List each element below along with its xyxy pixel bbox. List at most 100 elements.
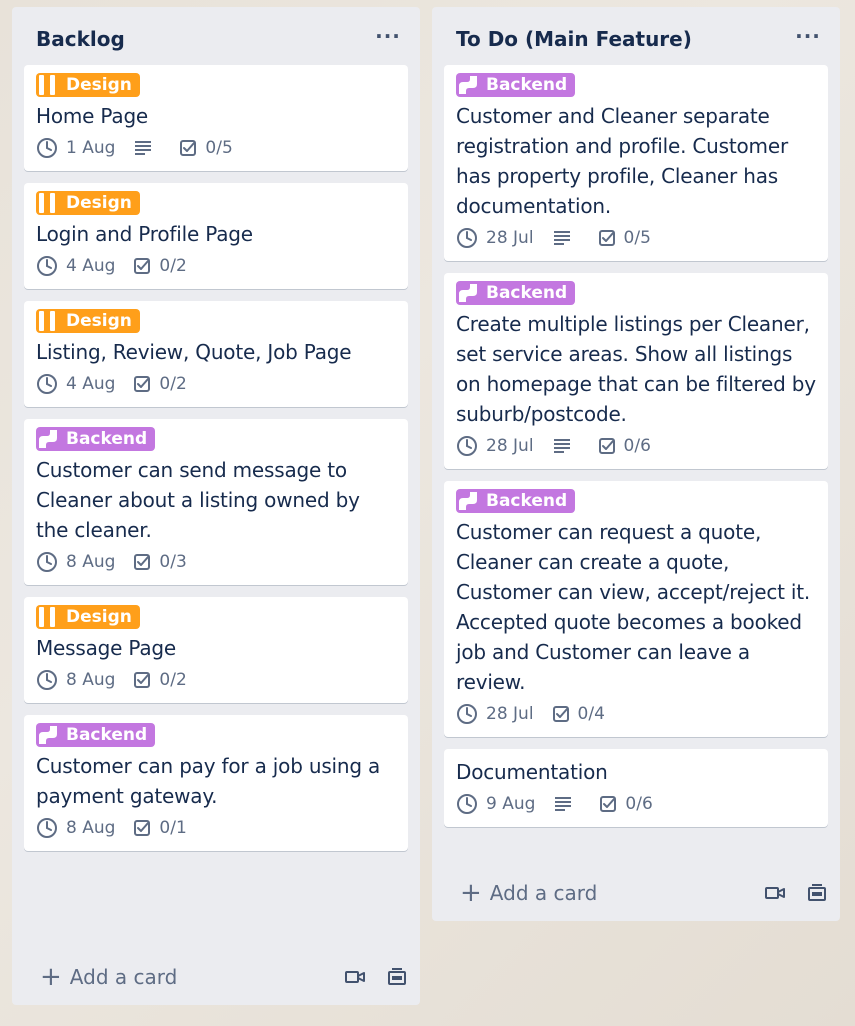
checklist-icon (134, 554, 151, 570)
card-title: Message Page (36, 636, 177, 660)
list-backlog: Backlog ··· Design Home Page 1 Aug 0/5 Desig… (12, 7, 420, 1005)
card[interactable]: Design Listing, Review, Quote, Job Page 4 … (24, 301, 408, 407)
video-icon[interactable] (764, 883, 786, 903)
due-date-badge[interactable]: 8 Aug (36, 817, 115, 839)
clock-icon (37, 374, 57, 394)
clock-icon (457, 704, 477, 724)
backend-label[interactable]: Backend (36, 723, 156, 747)
backend-label[interactable]: Backend (456, 73, 576, 97)
card-badges: 4 Aug 0/2 (36, 251, 396, 281)
card[interactable]: Backend Customer can pay for a job using … (24, 715, 408, 851)
clock-icon (457, 794, 477, 814)
backend-shape-icon (456, 73, 480, 97)
list-title[interactable]: Backlog (36, 27, 125, 51)
ellipsis-icon[interactable]: ··· (794, 22, 822, 50)
card[interactable]: Backend Customer can request a quote, Cle… (444, 481, 828, 737)
clock-icon (457, 228, 477, 248)
label-text: Backend (66, 725, 148, 745)
checklist-badge: 0/4 (552, 704, 605, 724)
card-badges: 8 Aug 0/1 (36, 813, 396, 843)
description-icon (552, 230, 580, 246)
card-template-icon[interactable] (386, 967, 408, 987)
card[interactable]: Backend Customer and Cleaner separate reg… (444, 65, 828, 261)
checklist-badge: 0/6 (598, 436, 651, 456)
clock-icon (457, 436, 477, 456)
description-icon (553, 796, 581, 812)
card[interactable]: Design Home Page 1 Aug 0/5 (24, 65, 408, 171)
due-date-text: 4 Aug (66, 374, 116, 394)
backend-label[interactable]: Backend (456, 489, 576, 513)
due-date-text: 28 Jul (486, 704, 534, 724)
card[interactable]: Documentation 9 Aug 0/6 (444, 749, 828, 827)
label-text: Backend (486, 283, 568, 303)
checklist-badge: 0/2 (133, 374, 187, 394)
due-date-badge[interactable]: 28 Jul (456, 435, 534, 457)
card-badges: 9 Aug 0/6 (456, 789, 816, 819)
backend-label[interactable]: Backend (36, 427, 156, 451)
card-title: Home Page (36, 104, 149, 128)
list-todo: To Do (Main Feature) ··· Backend Customer… (432, 7, 840, 921)
card-title: Documentation (456, 760, 608, 784)
backend-shape-icon (36, 723, 60, 747)
card[interactable]: Design Message Page 8 Aug 0/2 (24, 597, 408, 703)
card-title: Listing, Review, Quote, Job Page (36, 340, 352, 364)
due-date-text: 9 Aug (486, 794, 536, 814)
card-template-icon[interactable] (806, 883, 828, 903)
clock-icon (37, 552, 57, 572)
card[interactable]: Design Login and Profile Page 4 Aug 0/2 (24, 183, 408, 289)
due-date-badge[interactable]: 28 Jul (456, 227, 534, 249)
due-date-badge[interactable]: 1 Aug (36, 137, 115, 159)
list-header: To Do (Main Feature) ··· (444, 7, 828, 65)
due-date-badge[interactable]: 4 Aug (36, 255, 115, 277)
pause-bars-icon (36, 73, 60, 97)
card-title: Customer can send message to Cleaner abo… (36, 458, 360, 542)
checklist-count: 0/5 (205, 138, 233, 158)
card-badges: 28 Jul 0/5 (456, 223, 816, 253)
card[interactable]: Backend Create multiple listings per Clea… (444, 273, 828, 469)
list-title[interactable]: To Do (Main Feature) (456, 27, 692, 51)
design-label[interactable]: Design (36, 73, 140, 97)
add-card-button[interactable]: Add a card (490, 881, 598, 905)
backend-label[interactable]: Backend (456, 281, 576, 305)
card[interactable]: Backend Customer can send message to Clea… (24, 419, 408, 585)
list-header: Backlog ··· (24, 7, 408, 65)
backend-shape-icon (456, 489, 480, 513)
video-icon[interactable] (344, 967, 366, 987)
checklist-count: 0/2 (159, 374, 187, 394)
due-date-text: 28 Jul (486, 228, 534, 248)
checklist-icon (552, 706, 569, 722)
design-label[interactable]: Design (36, 605, 140, 629)
design-label[interactable]: Design (36, 191, 140, 215)
plus-icon: + (40, 962, 62, 992)
checklist-icon (134, 672, 151, 688)
label-text: Design (66, 607, 132, 627)
card-title: Customer can pay for a job using a payme… (36, 754, 381, 808)
due-date-badge[interactable]: 4 Aug (36, 373, 115, 395)
due-date-text: 8 Aug (66, 818, 116, 838)
label-text: Design (66, 75, 132, 95)
card-title: Customer can request a quote, Cleaner ca… (456, 520, 811, 694)
checklist-icon (598, 438, 615, 454)
label-text: Design (66, 193, 132, 213)
design-label[interactable]: Design (36, 309, 140, 333)
add-card-button[interactable]: Add a card (70, 965, 178, 989)
checklist-badge: 0/2 (133, 670, 187, 690)
due-date-badge[interactable]: 9 Aug (456, 793, 535, 815)
due-date-text: 8 Aug (66, 552, 116, 572)
card-badges: 4 Aug 0/2 (36, 369, 396, 399)
checklist-badge: 0/1 (133, 818, 187, 838)
checklist-count: 0/6 (623, 436, 651, 456)
checklist-count: 0/2 (159, 670, 187, 690)
backend-shape-icon (36, 427, 60, 451)
label-text: Backend (66, 429, 148, 449)
due-date-badge[interactable]: 8 Aug (36, 669, 115, 691)
card-badges: 28 Jul 0/4 (456, 699, 816, 729)
description-icon (552, 438, 580, 454)
add-card-row: + Add a card (444, 869, 828, 917)
ellipsis-icon[interactable]: ··· (374, 22, 402, 50)
checklist-count: 0/5 (623, 228, 651, 248)
due-date-badge[interactable]: 8 Aug (36, 551, 115, 573)
plus-icon: + (460, 878, 482, 908)
due-date-badge[interactable]: 28 Jul (456, 703, 534, 725)
checklist-count: 0/1 (159, 818, 187, 838)
